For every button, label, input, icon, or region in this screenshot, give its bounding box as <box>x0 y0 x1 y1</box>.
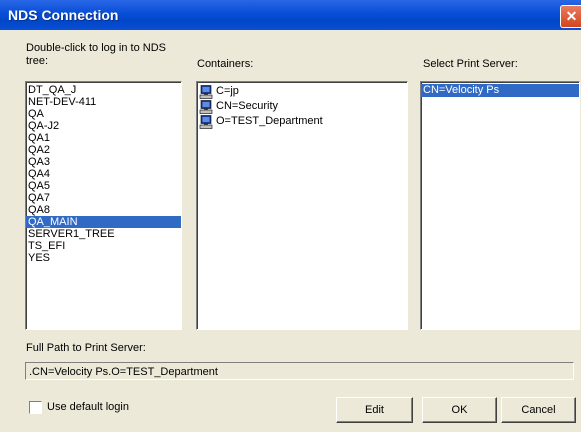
tree-list: DT_QA_J NET-DEV-411 QA QA-J2 QA1 QA2 QA3 QA4 QA5… <box>26 82 181 264</box>
print-server-label: Select Print Server: <box>423 58 518 70</box>
nds-connection-dialog: NDS Connection ✕ Double-click to log in … <box>0 0 581 432</box>
tree-list-item[interactable]: QA <box>26 108 181 120</box>
tree-list-item[interactable]: YES <box>26 252 181 264</box>
container-computer-icon <box>199 84 213 99</box>
tree-list-item[interactable]: NET-DEV-411 <box>26 96 181 108</box>
cancel-button[interactable]: Cancel <box>501 397 576 423</box>
tree-list-item[interactable]: QA_MAIN <box>26 216 181 228</box>
dialog-title: NDS Connection <box>8 7 119 23</box>
tree-list-item[interactable]: QA8 <box>26 204 181 216</box>
container-label: O=TEST_Department <box>216 115 323 127</box>
close-icon: ✕ <box>565 8 578 24</box>
tree-list-item[interactable]: QA7 <box>26 192 181 204</box>
print-server-item[interactable]: CN=Velocity Ps <box>421 84 579 97</box>
title-bar[interactable]: NDS Connection ✕ <box>0 0 581 30</box>
tree-list-item[interactable]: QA4 <box>26 168 181 180</box>
tree-list-item[interactable]: TS_EFI <box>26 240 181 252</box>
tree-list-item[interactable]: DT_QA_J <box>26 84 181 96</box>
print-server-listbox[interactable]: CN=Velocity Ps <box>420 81 580 330</box>
full-path-field[interactable]: .CN=Velocity Ps.O=TEST_Department <box>25 362 574 380</box>
tree-list-item[interactable]: SERVER1_TREE <box>26 228 181 240</box>
close-button[interactable]: ✕ <box>560 5 581 28</box>
container-computer-icon <box>199 114 213 129</box>
container-computer-icon <box>199 99 213 114</box>
container-list-item[interactable]: C=jp <box>197 84 407 99</box>
nds-tree-listbox[interactable]: DT_QA_J NET-DEV-411 QA QA-J2 QA1 QA2 QA3 QA4 QA5… <box>25 81 182 330</box>
container-list-item[interactable]: O=TEST_Department <box>197 114 407 129</box>
use-default-login-checkbox[interactable] <box>29 401 42 414</box>
tree-list-item[interactable]: QA-J2 <box>26 120 181 132</box>
ok-button[interactable]: OK <box>422 397 497 423</box>
container-label: CN=Security <box>216 100 279 112</box>
tree-list-item[interactable]: QA3 <box>26 156 181 168</box>
tree-list-label: Double-click to log in to NDS tree: <box>26 42 167 67</box>
use-default-login-label[interactable]: Use default login <box>47 401 129 414</box>
container-label: C=jp <box>216 85 239 97</box>
tree-list-item[interactable]: QA2 <box>26 144 181 156</box>
tree-list-item[interactable]: QA1 <box>26 132 181 144</box>
containers-listbox[interactable]: C=jp CN=Security O=TEST_Department <box>196 81 408 330</box>
containers-list: C=jp CN=Security O=TEST_Department <box>197 82 407 129</box>
print-server-list: CN=Velocity Ps <box>421 82 579 97</box>
container-list-item[interactable]: CN=Security <box>197 99 407 114</box>
edit-button[interactable]: Edit <box>336 397 413 423</box>
tree-list-item[interactable]: QA5 <box>26 180 181 192</box>
full-path-label: Full Path to Print Server: <box>26 342 146 354</box>
containers-label: Containers: <box>197 58 254 70</box>
